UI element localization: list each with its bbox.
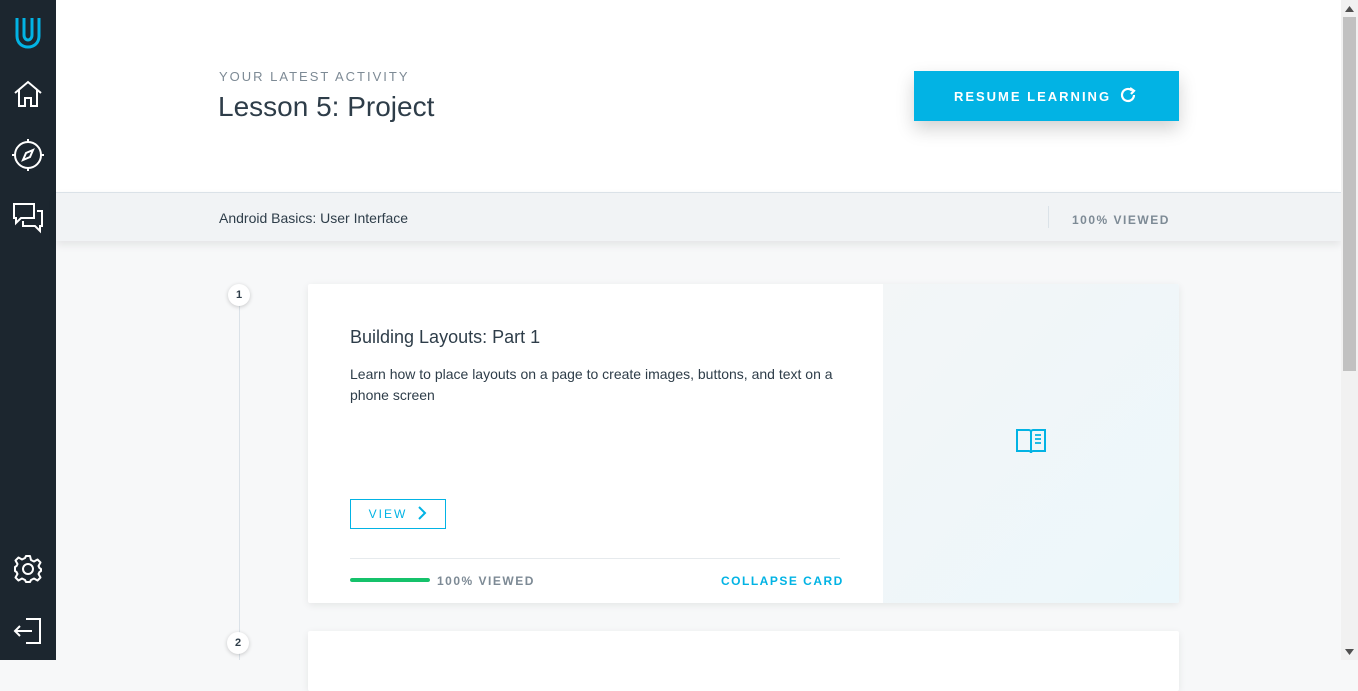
book-icon — [1015, 426, 1047, 461]
view-button[interactable]: VIEW — [350, 499, 446, 529]
lesson-card-media — [883, 284, 1179, 603]
chat-icon[interactable] — [0, 197, 56, 237]
lesson-card — [308, 631, 1179, 691]
lesson-number-badge: 1 — [228, 284, 250, 306]
refresh-icon — [1119, 86, 1139, 107]
progress-bar — [350, 578, 430, 582]
udacity-logo-icon[interactable] — [0, 10, 56, 54]
divider — [1048, 206, 1049, 228]
course-info-bar: Android Basics: User Interface 100% VIEW… — [56, 192, 1341, 241]
progress-bar-fill — [350, 578, 430, 582]
scroll-up-arrow-icon[interactable] — [1341, 0, 1358, 17]
page-title: Lesson 5: Project — [218, 91, 435, 122]
sidebar — [0, 0, 56, 660]
home-icon[interactable] — [0, 74, 56, 114]
latest-activity-label: YOUR LATEST ACTIVITY — [219, 69, 410, 84]
gear-icon[interactable] — [0, 549, 56, 589]
timeline-line — [239, 306, 240, 660]
chevron-right-icon — [417, 505, 427, 524]
collapse-card-link[interactable]: COLLAPSE CARD — [721, 574, 844, 588]
lesson-card-content: Building Layouts: Part 1 Learn how to pl… — [308, 284, 883, 603]
compass-icon[interactable] — [0, 135, 56, 175]
lesson-number-badge: 2 — [227, 632, 249, 654]
view-label: VIEW — [368, 507, 408, 521]
resume-learning-button[interactable]: RESUME LEARNING — [914, 71, 1179, 121]
course-name: Android Basics: User Interface — [219, 210, 409, 226]
progress-label: 100% VIEWED — [437, 574, 535, 588]
logout-icon[interactable] — [0, 611, 56, 651]
divider — [350, 558, 840, 559]
scroll-down-arrow-icon[interactable] — [1341, 643, 1358, 660]
lesson-card: Building Layouts: Part 1 Learn how to pl… — [308, 284, 1179, 603]
vertical-scrollbar[interactable] — [1341, 0, 1358, 660]
scrollbar-thumb[interactable] — [1343, 17, 1356, 371]
resume-learning-label: RESUME LEARNING — [953, 88, 1112, 104]
lesson-description: Learn how to place layouts on a page to … — [350, 366, 833, 403]
lesson-title: Building Layouts: Part 1 — [350, 327, 541, 347]
latest-activity-header: YOUR LATEST ACTIVITY Lesson 5: Project R… — [56, 0, 1341, 192]
course-progress-status: 100% VIEWED — [1072, 213, 1170, 227]
